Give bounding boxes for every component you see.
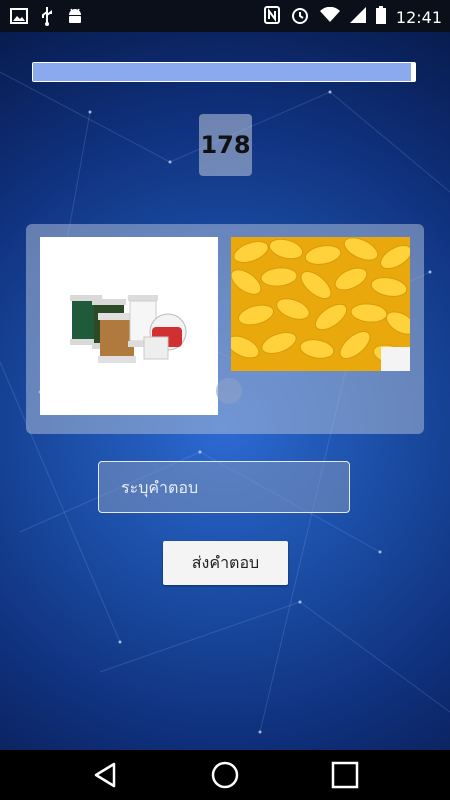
wifi-icon [319,6,340,27]
back-icon[interactable] [90,760,120,790]
image-icon [10,8,28,28]
alarm-icon [290,5,310,29]
usb-icon [40,6,54,30]
app-screen: 12:41 178 ระบุคำตอบ ส่งคำตอบ [0,0,450,800]
hint-dot [216,378,242,404]
status-time: 12:41 [395,7,442,27]
answer-field[interactable] [98,461,350,513]
thread-spools-image [40,237,218,415]
submit-answer-button[interactable]: ส่งคำตอบ [163,541,288,585]
signal-icon [349,7,366,27]
android-icon [66,7,84,29]
progress-fill [33,63,411,81]
status-bar: 12:41 [0,0,450,32]
progress-bar [32,62,416,82]
question-counter: 178 [199,114,252,176]
silk-cocoons-image [231,237,410,371]
nfc-icon [263,6,280,28]
navigation-bar [0,750,450,800]
home-icon[interactable] [210,760,240,790]
battery-icon [375,6,386,28]
recents-icon[interactable] [330,760,360,790]
answer-input[interactable] [99,462,349,512]
